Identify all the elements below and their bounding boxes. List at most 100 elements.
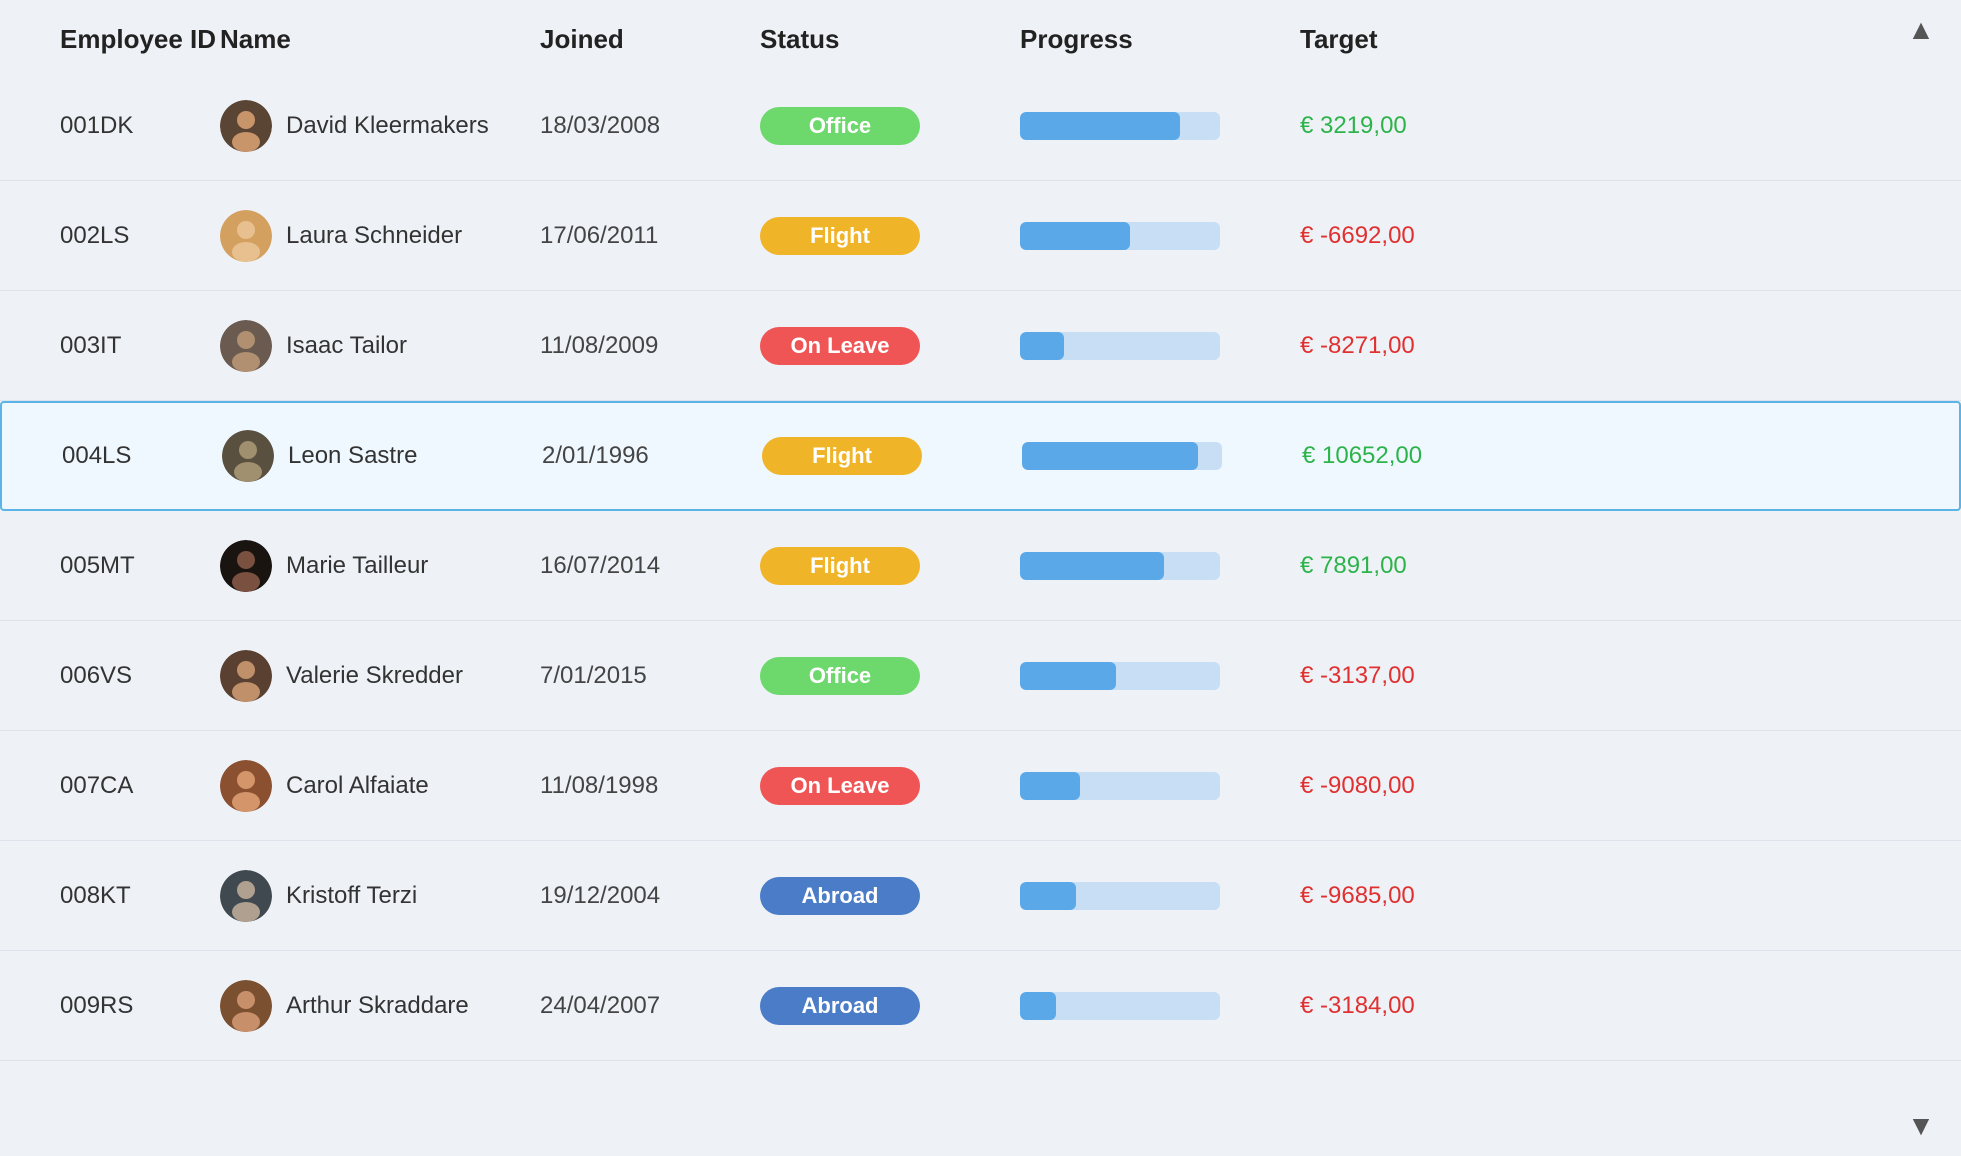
cell-target: € 7891,00 <box>1300 552 1560 580</box>
cell-status: Office <box>760 657 1020 695</box>
progress-bar <box>1020 332 1220 360</box>
table-row[interactable]: 006VS Valerie Skredder 7/01/2015 Office … <box>0 621 1961 731</box>
employee-name: Kristoff Terzi <box>286 882 417 910</box>
header-employee-id: Employee ID <box>60 24 220 55</box>
table-row[interactable]: 004LS Leon Sastre 2/01/1996 Flight € 106… <box>0 401 1961 511</box>
status-badge: Flight <box>760 547 920 585</box>
cell-target: € 3219,00 <box>1300 112 1560 140</box>
cell-progress <box>1020 662 1300 690</box>
table-row[interactable]: 008KT Kristoff Terzi 19/12/2004 Abroad €… <box>0 841 1961 951</box>
cell-target: € -9685,00 <box>1300 882 1560 910</box>
cell-employee-id: 007CA <box>60 772 220 800</box>
avatar <box>220 980 272 1032</box>
cell-target: € -3137,00 <box>1300 662 1560 690</box>
cell-joined: 2/01/1996 <box>542 442 762 470</box>
progress-fill <box>1020 882 1076 910</box>
progress-fill <box>1022 442 1198 470</box>
progress-fill <box>1020 662 1116 690</box>
progress-fill <box>1020 222 1130 250</box>
cell-progress <box>1020 222 1300 250</box>
cell-progress <box>1020 772 1300 800</box>
cell-name: Marie Tailleur <box>220 540 540 592</box>
cell-employee-id: 005MT <box>60 552 220 580</box>
cell-employee-id: 008KT <box>60 882 220 910</box>
table-row[interactable]: 007CA Carol Alfaiate 11/08/1998 On Leave… <box>0 731 1961 841</box>
progress-bar <box>1020 992 1220 1020</box>
cell-progress <box>1020 882 1300 910</box>
cell-target: € -9080,00 <box>1300 772 1560 800</box>
header-name: Name <box>220 24 540 55</box>
table-row[interactable]: 002LS Laura Schneider 17/06/2011 Flight … <box>0 181 1961 291</box>
cell-target: € -3184,00 <box>1300 992 1560 1020</box>
cell-status: Flight <box>762 437 1022 475</box>
cell-name: Kristoff Terzi <box>220 870 540 922</box>
table-row[interactable]: 003IT Isaac Tailor 11/08/2009 On Leave €… <box>0 291 1961 401</box>
avatar <box>220 870 272 922</box>
progress-fill <box>1020 552 1164 580</box>
status-badge: Office <box>760 107 920 145</box>
table-row[interactable]: 005MT Marie Tailleur 16/07/2014 Flight €… <box>0 511 1961 621</box>
header-joined: Joined <box>540 24 760 55</box>
progress-bar <box>1020 552 1220 580</box>
progress-fill <box>1020 772 1080 800</box>
employee-name: Arthur Skraddare <box>286 992 469 1020</box>
cell-employee-id: 004LS <box>62 442 222 470</box>
cell-employee-id: 003IT <box>60 332 220 360</box>
progress-fill <box>1020 112 1180 140</box>
cell-status: On Leave <box>760 767 1020 805</box>
cell-joined: 16/07/2014 <box>540 552 760 580</box>
cell-joined: 17/06/2011 <box>540 222 760 250</box>
employee-name: Valerie Skredder <box>286 662 463 690</box>
cell-employee-id: 001DK <box>60 112 220 140</box>
progress-bar <box>1020 772 1220 800</box>
table-header: Employee ID Name Joined Status Progress … <box>0 0 1961 71</box>
cell-target: € -8271,00 <box>1300 332 1560 360</box>
header-status: Status <box>760 24 1020 55</box>
employee-name: Carol Alfaiate <box>286 772 429 800</box>
employee-name: Isaac Tailor <box>286 332 407 360</box>
progress-bar <box>1020 222 1220 250</box>
status-badge: Office <box>760 657 920 695</box>
progress-fill <box>1020 332 1064 360</box>
employee-table-container: ▲ Employee ID Name Joined Status Progres… <box>0 0 1961 1156</box>
employee-name: Laura Schneider <box>286 222 462 250</box>
table-body: 001DK David Kleermakers 18/03/2008 Offic… <box>0 71 1961 1061</box>
progress-bar <box>1020 882 1220 910</box>
cell-name: Valerie Skredder <box>220 650 540 702</box>
employee-name: Marie Tailleur <box>286 552 428 580</box>
cell-name: David Kleermakers <box>220 100 540 152</box>
avatar <box>220 210 272 262</box>
status-badge: Flight <box>760 217 920 255</box>
status-badge: Flight <box>762 437 922 475</box>
avatar <box>222 430 274 482</box>
header-target: Target <box>1300 24 1560 55</box>
cell-target: € 10652,00 <box>1302 442 1562 470</box>
cell-joined: 24/04/2007 <box>540 992 760 1020</box>
cell-status: On Leave <box>760 327 1020 365</box>
scroll-down-button[interactable]: ▼ <box>1901 1106 1941 1146</box>
progress-bar <box>1022 442 1222 470</box>
cell-joined: 7/01/2015 <box>540 662 760 690</box>
progress-bar <box>1020 112 1220 140</box>
cell-status: Abroad <box>760 987 1020 1025</box>
cell-status: Flight <box>760 217 1020 255</box>
cell-status: Office <box>760 107 1020 145</box>
employee-name: David Kleermakers <box>286 112 489 140</box>
table-row[interactable]: 009RS Arthur Skraddare 24/04/2007 Abroad… <box>0 951 1961 1061</box>
cell-progress <box>1022 442 1302 470</box>
cell-joined: 19/12/2004 <box>540 882 760 910</box>
status-badge: Abroad <box>760 877 920 915</box>
scroll-up-button[interactable]: ▲ <box>1901 10 1941 50</box>
avatar <box>220 540 272 592</box>
cell-target: € -6692,00 <box>1300 222 1560 250</box>
status-badge: Abroad <box>760 987 920 1025</box>
cell-name: Laura Schneider <box>220 210 540 262</box>
status-badge: On Leave <box>760 327 920 365</box>
table-row[interactable]: 001DK David Kleermakers 18/03/2008 Offic… <box>0 71 1961 181</box>
cell-status: Abroad <box>760 877 1020 915</box>
cell-status: Flight <box>760 547 1020 585</box>
cell-employee-id: 009RS <box>60 992 220 1020</box>
cell-joined: 11/08/2009 <box>540 332 760 360</box>
avatar <box>220 320 272 372</box>
cell-joined: 18/03/2008 <box>540 112 760 140</box>
